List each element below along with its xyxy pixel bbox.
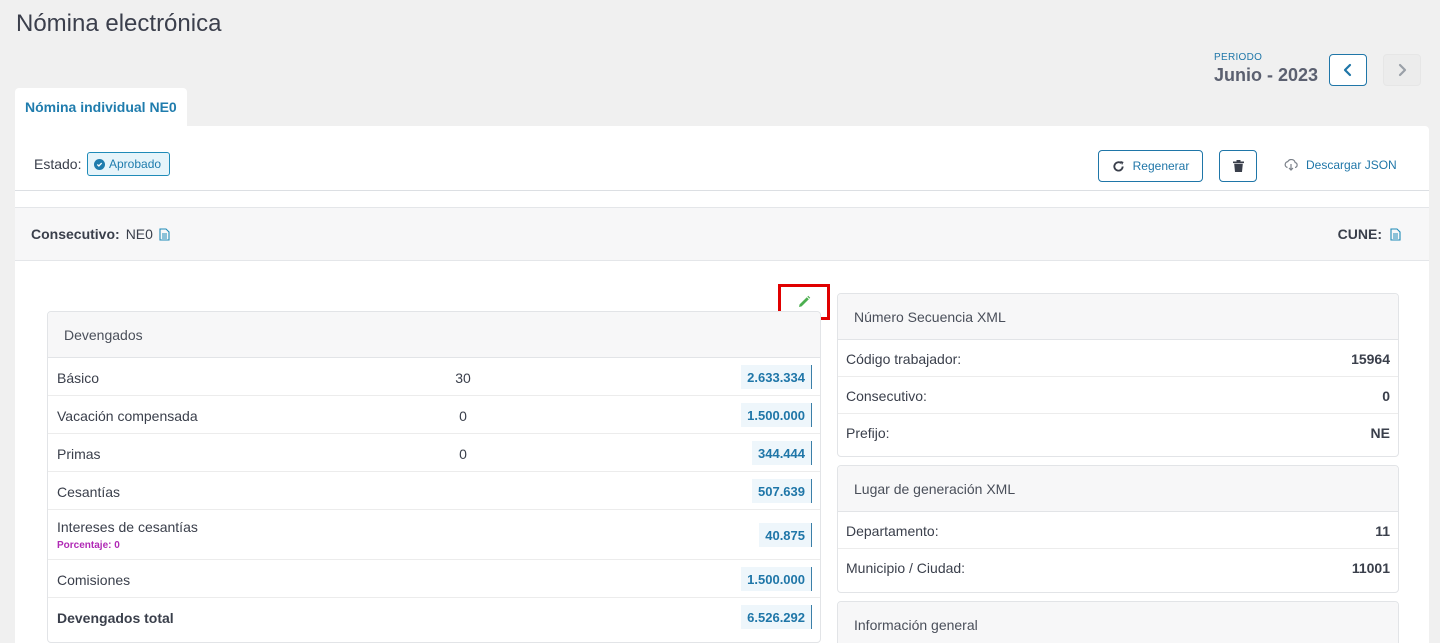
period-value: Junio - 2023 — [1214, 65, 1319, 85]
total-amount: 6.526.292 — [741, 605, 812, 629]
cune-label: CUNE: — [1337, 226, 1382, 242]
consecutive-row: Consecutivo: NE0 CUNE: — [15, 207, 1429, 261]
table-row: Intereses de cesantías Porcentaje: 0 40.… — [48, 510, 820, 560]
info-value: 11 — [1375, 523, 1390, 539]
status-badge-label: Aprobado — [109, 157, 162, 171]
table-row: Comisiones 1.500.000 — [48, 560, 820, 598]
row-name: Vacación compensada — [57, 408, 198, 424]
row-qty: 0 — [459, 446, 467, 462]
list-item: Consecutivo: 0 — [838, 377, 1398, 414]
row-name: Cesantías — [57, 484, 121, 500]
consecutive-info: Consecutivo: NE0 — [31, 226, 170, 242]
row-qty: 0 — [459, 408, 467, 424]
table-row: Primas 0 344.444 — [48, 434, 820, 472]
chevron-right-icon — [1398, 63, 1407, 77]
row-amount-input[interactable]: 40.875 — [759, 523, 812, 547]
row-amount-input[interactable]: 507.639 — [752, 479, 812, 503]
regenerate-label: Regenerar — [1132, 159, 1190, 173]
lugar-panel: Lugar de generación XML Departamento: 11… — [837, 465, 1399, 593]
cloud-download-icon — [1284, 159, 1298, 171]
row-name: Básico — [57, 370, 100, 386]
info-key: Departamento: — [846, 523, 939, 539]
row-name: Primas — [57, 446, 101, 462]
row-amount-input[interactable]: 344.444 — [752, 441, 812, 465]
general-title: Información general — [838, 602, 1398, 643]
list-item: Municipio / Ciudad: 11001 — [838, 549, 1398, 586]
devengados-title: Devengados — [48, 312, 820, 358]
document-icon[interactable] — [1390, 227, 1401, 241]
cune-info: CUNE: — [1338, 226, 1401, 242]
status-badge: Aprobado — [87, 152, 171, 176]
trash-icon — [1232, 160, 1244, 172]
info-value: 11001 — [1351, 560, 1390, 576]
info-key: Prefijo: — [846, 425, 890, 441]
tab-nomina-individual[interactable]: Nómina individual NE0 — [15, 88, 187, 126]
secuencia-panel: Número Secuencia XML Código trabajador: … — [837, 293, 1399, 457]
info-key: Consecutivo: — [846, 388, 927, 404]
info-value: 15964 — [1351, 351, 1390, 367]
refresh-icon — [1113, 160, 1124, 172]
lugar-title: Lugar de generación XML — [838, 466, 1398, 512]
previous-period-button[interactable] — [1329, 54, 1367, 86]
devengados-panel: Devengados Básico 30 2.633.334 Vacación … — [47, 311, 821, 643]
pencil-icon — [799, 295, 811, 307]
total-row: Devengados total 6.526.292 — [48, 598, 820, 636]
regenerate-button[interactable]: Regenerar — [1098, 150, 1203, 182]
list-item: Departamento: 11 — [838, 512, 1398, 549]
total-label: Devengados total — [57, 610, 174, 626]
period-label: PERIODO — [1214, 52, 1263, 63]
info-value: 0 — [1382, 388, 1390, 404]
table-row: Vacación compensada 0 1.500.000 — [48, 396, 820, 434]
secuencia-title: Número Secuencia XML — [838, 294, 1398, 340]
page-title: Nómina electrónica — [16, 10, 222, 37]
row-amount-input[interactable]: 1.500.000 — [741, 567, 812, 591]
row-name: Comisiones — [57, 572, 131, 588]
info-value: NE — [1370, 425, 1390, 441]
list-item: Prefijo: NE — [838, 414, 1398, 451]
document-icon[interactable] — [159, 227, 170, 241]
download-json-link[interactable]: Descargar JSON — [1284, 158, 1397, 172]
download-json-label: Descargar JSON — [1306, 158, 1397, 172]
consecutive-label: Consecutivo: — [31, 226, 120, 242]
check-circle-icon — [94, 158, 105, 170]
list-item: Código trabajador: 15964 — [838, 340, 1398, 377]
general-panel: Información general — [837, 601, 1399, 643]
row-amount-input[interactable]: 1.500.000 — [741, 403, 812, 427]
next-period-button[interactable] — [1383, 54, 1421, 86]
period-display: PERIODO Junio - 2023 — [1214, 52, 1318, 86]
table-row: Básico 30 2.633.334 — [48, 358, 820, 396]
row-subtitle: Porcentaje: 0 — [57, 540, 120, 551]
delete-button[interactable] — [1219, 150, 1257, 182]
info-key: Código trabajador: — [846, 351, 962, 367]
row-amount-input[interactable]: 2.633.334 — [741, 365, 812, 389]
consecutive-value: NE0 — [125, 226, 153, 242]
row-name: Intereses de cesantías — [57, 519, 198, 535]
table-row: Cesantías 507.639 — [48, 472, 820, 510]
status-row: Estado: Aprobado Regenerar Descargar JSO… — [15, 126, 1429, 191]
status-label: Estado: — [34, 156, 82, 172]
row-qty: 30 — [455, 370, 471, 386]
info-key: Municipio / Ciudad: — [846, 560, 966, 576]
chevron-left-icon — [1343, 63, 1352, 77]
